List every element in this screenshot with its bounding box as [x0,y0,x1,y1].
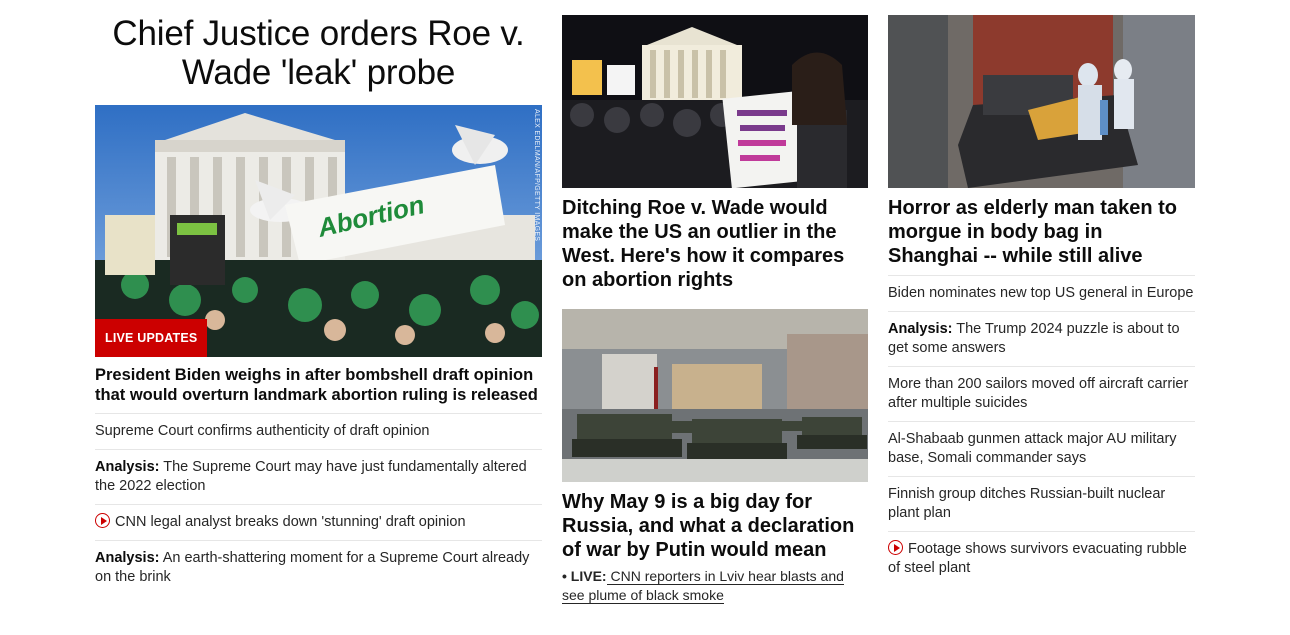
list-item[interactable]: Finnish group ditches Russian-built nucl… [888,477,1195,532]
item-text: The Supreme Court may have just fundamen… [95,459,527,494]
list-item[interactable]: Biden nominates new top US general in Eu… [888,276,1195,312]
list-item[interactable]: Analysis: The Supreme Court may have jus… [95,450,542,505]
lead-related-list: Supreme Court confirms authenticity of d… [95,414,542,595]
item-text: Finnish group ditches Russian-built nucl… [888,486,1166,521]
card-headline-shanghai[interactable]: Horror as elderly man taken to morgue in… [888,196,1195,276]
tank-parade-photo [562,309,868,482]
live-prefix: • LIVE: [562,568,607,584]
analysis-prefix: Analysis: [95,459,160,475]
list-item[interactable]: Al-Shabaab gunmen attack major AU milita… [888,422,1195,477]
analysis-prefix: Analysis: [888,321,953,337]
card-headline-russia[interactable]: Why May 9 is a big day for Russia, and w… [562,490,868,562]
shanghai-image[interactable] [888,15,1195,188]
list-item[interactable]: Footage shows survivors evacuating rubbl… [888,532,1195,586]
lead-story-image[interactable]: ALEX EDELMAN/AFP/GETTY IMAGES Abortion L… [95,105,542,357]
list-item[interactable]: More than 200 sailors moved off aircraft… [888,367,1195,422]
right-related-list: Biden nominates new top US general in Eu… [888,276,1195,586]
list-item[interactable]: Analysis: The Trump 2024 puzzle is about… [888,312,1195,367]
item-text: Footage shows survivors evacuating rubbl… [888,541,1187,576]
item-text: Al-Shabaab gunmen attack major AU milita… [888,431,1177,466]
right-column: Horror as elderly man taken to morgue in… [888,0,1195,586]
analysis-prefix: Analysis: [95,550,160,566]
list-item[interactable]: Supreme Court confirms authenticity of d… [95,414,542,450]
item-text: Supreme Court confirms authenticity of d… [95,423,430,439]
live-story-link[interactable]: • LIVE: CNN reporters in Lviv hear blast… [562,567,868,605]
roe-protest-image[interactable] [562,15,868,188]
item-text: CNN legal analyst breaks down 'stunning'… [115,514,466,530]
russia-parade-image[interactable] [562,309,868,482]
live-updates-badge[interactable]: LIVE UPDATES [95,319,208,357]
item-text: Biden nominates new top US general in Eu… [888,285,1194,301]
list-item[interactable]: Analysis: An earth-shattering moment for… [95,541,542,595]
lead-story-headline[interactable]: President Biden weighs in after bombshel… [95,365,542,414]
night-protest-photo [562,15,868,188]
lead-story-title[interactable]: Chief Justice orders Roe v. Wade 'leak' … [95,14,542,92]
photo-credit: ALEX EDELMAN/AFP/GETTY IMAGES [533,109,540,242]
middle-column: Ditching Roe v. Wade would make the US a… [562,0,868,605]
lead-story-column: Chief Justice orders Roe v. Wade 'leak' … [95,0,542,595]
list-item[interactable]: CNN legal analyst breaks down 'stunning'… [95,505,542,541]
video-play-icon [95,513,110,528]
item-text: More than 200 sailors moved off aircraft… [888,376,1189,411]
card-headline-roe[interactable]: Ditching Roe v. Wade would make the US a… [562,196,868,292]
video-play-icon [888,540,903,555]
item-text: An earth-shattering moment for a Supreme… [95,550,530,585]
shanghai-morgue-photo [888,15,1195,188]
